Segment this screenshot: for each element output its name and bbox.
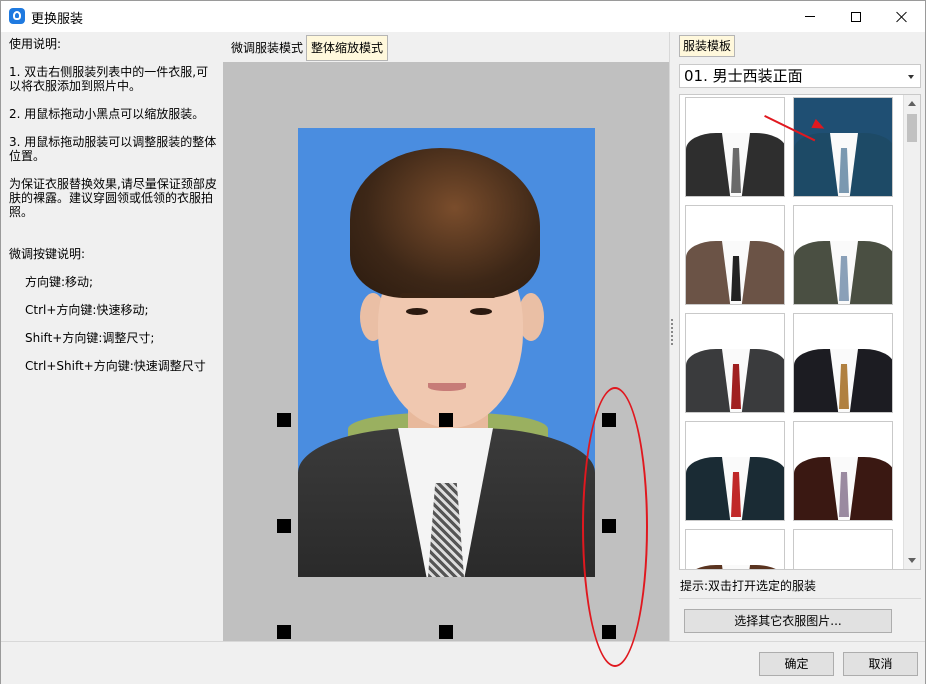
clothing-thumbnail[interactable] [685, 205, 785, 305]
key-hint: Ctrl+方向键:快速移动; [25, 303, 149, 317]
close-icon [896, 11, 908, 23]
mode-tabs: 微调服装模式 整体缩放模式 [221, 32, 669, 62]
clothing-thumbnail[interactable] [685, 529, 785, 569]
resize-handle[interactable] [439, 625, 453, 639]
help-step-1: 1. 双击右侧服装列表中的一件衣服,可以将衣服添加到照片中。 [9, 65, 209, 93]
eye [406, 308, 428, 315]
resize-handle[interactable] [277, 413, 291, 427]
help-step-2: 2. 用鼠标拖动小黑点可以缩放服装。 [9, 107, 205, 121]
hair [350, 148, 540, 298]
annotation-ellipse [582, 387, 648, 667]
clothing-thumbnail[interactable] [793, 97, 893, 197]
ok-button[interactable]: 确定 [759, 652, 834, 676]
mouth [428, 383, 466, 391]
help-tip: 为保证衣服替换效果,请尽量保证颈部皮肤的裸露。建议穿圆领或低领的衣服拍照。 [9, 177, 217, 219]
clothing-thumbnail[interactable] [793, 205, 893, 305]
clothing-thumbnail[interactable] [793, 313, 893, 413]
close-button[interactable] [879, 1, 925, 32]
portrait-photo[interactable] [298, 128, 595, 577]
window-title: 更换服装 [31, 12, 84, 27]
tab-clothing-templates[interactable]: 服装模板 [679, 35, 736, 57]
keys-heading: 微调按键说明: [9, 247, 86, 261]
resize-handle[interactable] [439, 413, 453, 427]
dropdown-value: 01. 男士西装正面 [684, 67, 803, 85]
cancel-button[interactable]: 取消 [843, 652, 918, 676]
resize-handle[interactable] [277, 519, 291, 533]
clothing-thumbnail[interactable] [793, 421, 893, 521]
minimize-button[interactable] [787, 1, 833, 32]
category-dropdown[interactable]: 01. 男士西装正面 [679, 64, 921, 88]
select-other-image-button[interactable]: 选择其它衣服图片... [684, 609, 892, 633]
help-step-3: 3. 用鼠标拖动服装可以调整服装的整体位置。 [9, 135, 217, 163]
maximize-button[interactable] [833, 1, 879, 32]
clothing-thumbnail[interactable] [685, 97, 785, 197]
key-hint: 方向键:移动; [25, 275, 94, 289]
clothing-thumbnail[interactable] [685, 313, 785, 413]
dialog-window: 更换服装 使用说明: 1. 双击右侧服装列表中的一件衣服,可以将衣服添加到照片中… [0, 0, 926, 684]
dialog-footer: 确定 取消 [1, 641, 925, 684]
instructions-panel: 使用说明: 1. 双击右侧服装列表中的一件衣服,可以将衣服添加到照片中。 2. … [1, 32, 221, 641]
scroll-thumb[interactable] [907, 114, 917, 142]
thumbnail-shirt [722, 565, 750, 569]
eye [470, 308, 492, 315]
hint-text: 提示:双击打开选定的服装 [680, 579, 817, 593]
scroll-up-icon[interactable] [908, 101, 916, 106]
help-heading: 使用说明: [9, 37, 62, 51]
key-hint: Ctrl+Shift+方向键:快速调整尺寸 [25, 359, 206, 373]
resize-handle[interactable] [277, 625, 291, 639]
eyebrow [400, 293, 432, 298]
key-hint: Shift+方向键:调整尺寸; [25, 331, 155, 345]
eyebrow [464, 293, 496, 298]
tab-fine-tune-mode[interactable]: 微调服装模式 [226, 35, 308, 61]
gallery-scrollbar[interactable] [903, 95, 920, 569]
app-logo-icon [9, 8, 25, 24]
divider [679, 598, 921, 599]
splitter-grip-icon[interactable] [671, 319, 673, 345]
scroll-down-icon[interactable] [908, 558, 916, 563]
tab-whole-scale-mode[interactable]: 整体缩放模式 [306, 35, 389, 61]
minimize-icon [805, 16, 815, 17]
clothing-gallery[interactable] [679, 94, 921, 570]
clothing-thumbnail[interactable] [793, 529, 893, 569]
title-bar: 更换服装 [1, 1, 925, 32]
chevron-down-icon [908, 75, 914, 79]
template-panel: 服装模板 01. 男士西装正面 提示:双击打开选定的服装 选择其它衣服图片... [675, 32, 925, 641]
maximize-icon [851, 11, 861, 22]
clothing-thumbnail[interactable] [685, 421, 785, 521]
